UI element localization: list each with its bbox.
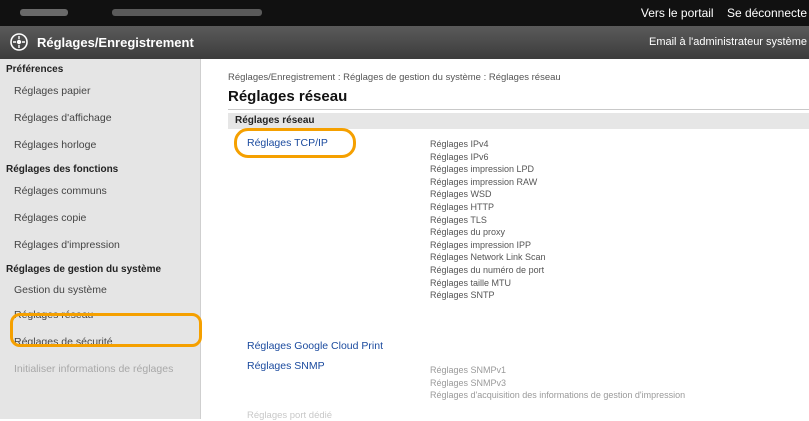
list-item[interactable]: Réglages impression IPP (430, 239, 546, 252)
blurred-device-name (20, 9, 68, 16)
top-links: Vers le portail Se déconnecte (631, 6, 807, 20)
snmp-sub-list: Réglages SNMPv1 Réglages SNMPv3 Réglages… (430, 364, 685, 402)
top-bar: Vers le portail Se déconnecte (0, 0, 809, 26)
sidebar: Préférences Réglages papier Réglages d'a… (0, 59, 201, 419)
list-item[interactable]: Réglages TLS (430, 214, 546, 227)
sidebar-item-initialize[interactable]: Initialiser informations de réglages (0, 356, 200, 383)
portal-link[interactable]: Vers le portail (641, 6, 714, 20)
tcp-ip-sub-list: Réglages IPv4 Réglages IPv6 Réglages imp… (430, 138, 546, 302)
section-heading: Réglages réseau (235, 115, 315, 126)
sidebar-heading-functions: Réglages des fonctions (6, 164, 119, 175)
sidebar-item-common[interactable]: Réglages communs (0, 178, 200, 205)
sidebar-item-network[interactable]: Réglages réseau (0, 302, 200, 329)
list-item[interactable]: Réglages SNTP (430, 289, 546, 302)
list-item[interactable]: Réglages IPv6 (430, 151, 546, 164)
sidebar-heading-preferences: Préférences (6, 64, 64, 75)
list-item[interactable]: Réglages SNMPv1 (430, 364, 685, 377)
sidebar-item-copy[interactable]: Réglages copie (0, 205, 200, 232)
title-divider (228, 109, 809, 110)
settings-logo-icon (10, 33, 28, 51)
dedicated-port-link[interactable]: Réglages port dédié (247, 410, 332, 421)
list-item[interactable]: Réglages taille MTU (430, 277, 546, 290)
sidebar-item-clock[interactable]: Réglages horloge (0, 132, 200, 159)
tcp-ip-settings-link[interactable]: Réglages TCP/IP (247, 137, 328, 149)
sidebar-item-system-management[interactable]: Gestion du système (0, 278, 200, 302)
list-item[interactable]: Réglages Network Link Scan (430, 251, 546, 264)
sidebar-item-security[interactable]: Réglages de sécurité (0, 329, 200, 356)
list-item[interactable]: Réglages HTTP (430, 201, 546, 214)
sidebar-heading-system-management: Réglages de gestion du système (6, 264, 162, 275)
snmp-settings-link[interactable]: Réglages SNMP (247, 360, 325, 372)
list-item[interactable]: Réglages du numéro de port (430, 264, 546, 277)
google-cloud-print-link[interactable]: Réglages Google Cloud Print (247, 340, 383, 352)
page-title: Réglages réseau (228, 88, 348, 105)
list-item[interactable]: Réglages SNMPv3 (430, 377, 685, 390)
list-item[interactable]: Réglages IPv4 (430, 138, 546, 151)
list-item[interactable]: Réglages du proxy (430, 226, 546, 239)
title-bar: Réglages/Enregistrement Email à l'admini… (0, 26, 809, 59)
email-admin-link[interactable]: Email à l'administrateur système (649, 36, 807, 48)
list-item[interactable]: Réglages d'acquisition des informations … (430, 389, 685, 402)
list-item[interactable]: Réglages impression LPD (430, 163, 546, 176)
sidebar-item-paper[interactable]: Réglages papier (0, 78, 200, 105)
section-header: Réglages réseau (228, 113, 809, 129)
breadcrumb: Réglages/Enregistrement : Réglages de ge… (228, 72, 561, 83)
logout-link[interactable]: Se déconnecte (727, 6, 807, 20)
list-item[interactable]: Réglages WSD (430, 188, 546, 201)
sidebar-item-print[interactable]: Réglages d'impression (0, 232, 200, 259)
app-title: Réglages/Enregistrement (37, 35, 194, 50)
sidebar-item-display[interactable]: Réglages d'affichage (0, 105, 200, 132)
list-item[interactable]: Réglages impression RAW (430, 176, 546, 189)
blurred-device-info (112, 9, 262, 16)
